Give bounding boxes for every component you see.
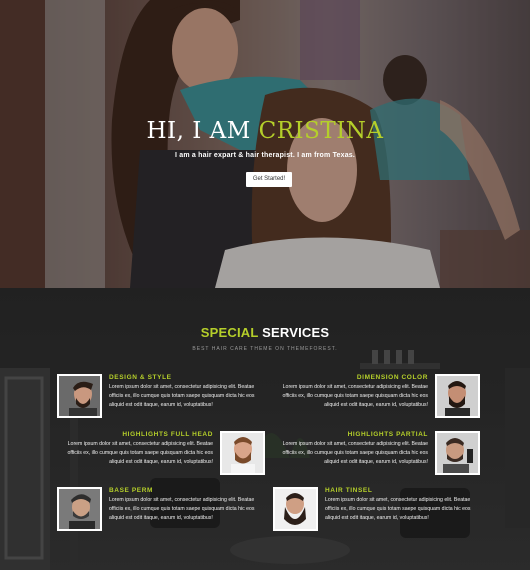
- hero-overlay: [0, 0, 530, 288]
- service-item[interactable]: HIGHLIGHTS PARTIAL Lorem ipsum dolor sit…: [273, 431, 480, 477]
- services-subtitle: BEST HAIR CARE THEME ON THEMEFOREST.: [192, 346, 338, 352]
- service-thumbnail: [57, 374, 102, 418]
- man-portrait-icon: [59, 376, 100, 416]
- service-description: Lorem ipsum dolor sit amet, consectetur …: [67, 441, 213, 466]
- service-thumbnail: [220, 431, 265, 475]
- service-item[interactable]: HAIR TINSEL Lorem ipsum dolor sit amet, …: [273, 487, 488, 533]
- services-title-accent: SPECIAL: [200, 325, 259, 340]
- service-item[interactable]: HIGHLIGHTS FULL HEAD Lorem ipsum dolor s…: [53, 431, 265, 477]
- hero-title-accent: CRISTINA: [258, 118, 384, 144]
- service-name: BASE PERM: [109, 487, 154, 494]
- service-description: Lorem ipsum dolor sit amet, consectetur …: [325, 497, 471, 522]
- service-name: HIGHLIGHTS PARTIAL: [347, 431, 428, 438]
- service-description: Lorem ipsum dolor sit amet, consectetur …: [282, 441, 428, 466]
- services-title-rest: SERVICES: [258, 325, 330, 340]
- man-portrait-icon: [437, 433, 478, 473]
- service-description: Lorem ipsum dolor sit amet, consectetur …: [282, 384, 428, 409]
- man-portrait-icon: [59, 489, 100, 529]
- service-item[interactable]: DIMENSION COLOR Lorem ipsum dolor sit am…: [273, 374, 480, 420]
- service-description: Lorem ipsum dolor sit amet, consectetur …: [109, 384, 255, 409]
- service-thumbnail: [435, 374, 480, 418]
- man-portrait-icon: [437, 376, 478, 416]
- man-portrait-icon: [222, 433, 263, 473]
- service-thumbnail: [435, 431, 480, 475]
- services-section: SPECIAL SERVICES BEST HAIR CARE THEME ON…: [0, 288, 530, 570]
- hero-subtitle: I am a hair expart & hair therapist. I a…: [174, 152, 356, 159]
- service-item[interactable]: DESIGN & STYLE Lorem ipsum dolor sit ame…: [57, 374, 272, 420]
- man-portrait-icon: [275, 489, 316, 529]
- service-thumbnail: [57, 487, 102, 531]
- hero-section: HI, I AM CRISTINA I am a hair expart & h…: [0, 0, 530, 288]
- service-item[interactable]: BASE PERM Lorem ipsum dolor sit amet, co…: [57, 487, 272, 533]
- service-description: Lorem ipsum dolor sit amet, consectetur …: [109, 497, 255, 522]
- service-name: DESIGN & STYLE: [109, 374, 172, 381]
- hero-title: HI, I AM CRISTINA: [0, 118, 530, 144]
- service-thumbnail: [273, 487, 318, 531]
- service-name: DIMENSION COLOR: [356, 374, 428, 381]
- services-title: SPECIAL SERVICES: [0, 325, 530, 340]
- service-name: HIGHLIGHTS FULL HEAD: [122, 431, 213, 438]
- hero-title-prefix: HI, I AM: [146, 118, 259, 144]
- get-started-button[interactable]: Get Started!: [246, 172, 292, 187]
- service-name: HAIR TINSEL: [325, 487, 373, 494]
